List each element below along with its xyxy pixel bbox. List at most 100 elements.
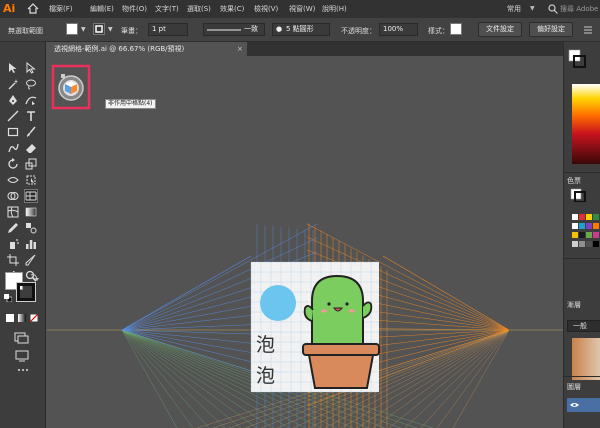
type-tool-icon[interactable] [25, 110, 37, 122]
symbol-sprayer-tool-icon[interactable] [7, 238, 19, 250]
menu-view[interactable]: 檢視(V) [254, 4, 278, 14]
column-graph-tool-icon[interactable] [25, 238, 37, 250]
menu-edit[interactable]: 編輯(E) [90, 4, 114, 14]
stroke-weight-field[interactable]: 1 pt [148, 23, 188, 36]
style-label: 樣式： [428, 27, 449, 35]
direct-selection-tool-icon[interactable] [25, 62, 37, 74]
search-icon[interactable] [548, 4, 558, 14]
brush-dropdown[interactable]: ● 5 點圓形 [272, 23, 330, 36]
document-setup-button[interactable]: 文件設定 [478, 22, 522, 37]
menu-select[interactable]: 選取(S) [187, 4, 211, 14]
paintbrush-tool-icon[interactable] [25, 126, 37, 138]
slice-tool-icon[interactable] [25, 254, 37, 266]
swatch-fill-stroke-icon [570, 188, 586, 202]
pot-rim [302, 343, 380, 356]
stroke-color-swatch[interactable] [16, 282, 36, 302]
eyedropper-tool-icon[interactable] [7, 222, 19, 234]
chevron-down-icon[interactable]: ▼ [81, 26, 86, 33]
color-swatch [593, 232, 599, 238]
default-colors-icon[interactable] [4, 294, 12, 302]
home-icon[interactable] [27, 3, 39, 14]
menu-type[interactable]: 文字(T) [155, 4, 179, 14]
stroke-swatch[interactable] [93, 23, 105, 35]
artboard-tool-icon[interactable] [7, 254, 19, 266]
menu-object[interactable]: 物件(O) [122, 4, 147, 14]
stroke-style-dropdown[interactable]: 一致 [203, 23, 265, 36]
free-transform-tool-icon[interactable] [25, 174, 37, 186]
perspective-widget-icon[interactable] [58, 74, 84, 101]
grid-line [121, 329, 258, 428]
menu-window[interactable]: 視窗(W) [289, 4, 315, 14]
fill-swatch[interactable] [66, 23, 78, 35]
workspace-switcher[interactable]: 常用 [507, 4, 521, 14]
selection-tool-icon[interactable] [7, 62, 19, 74]
canvas[interactable]: 泡 泡 非作用中格點(4) [47, 56, 563, 428]
menu-help[interactable]: 說明(H) [322, 4, 347, 14]
color-spectrum[interactable] [572, 84, 600, 164]
curvature-tool-icon[interactable] [25, 94, 37, 106]
eye-icon[interactable] [570, 402, 579, 408]
preferences-button[interactable]: 偏好設定 [529, 22, 573, 37]
menu-file[interactable]: 檔案(F) [49, 4, 73, 14]
rotate-tool-icon[interactable] [7, 158, 19, 170]
color-swatch [579, 241, 585, 247]
swap-colors-icon[interactable] [30, 272, 39, 281]
color-mode-icon[interactable] [6, 314, 14, 322]
gradient-mode-icon[interactable] [18, 314, 26, 322]
screen-mode-icon[interactable] [14, 350, 30, 362]
cactus-blush [349, 309, 355, 313]
blue-bubble [260, 285, 296, 321]
swatch-grid[interactable] [572, 212, 600, 254]
close-icon[interactable]: × [237, 42, 243, 56]
cactus-left-eye [327, 302, 331, 306]
grid-line [382, 255, 510, 331]
mesh-tool-icon[interactable] [7, 206, 19, 218]
eraser-tool-icon[interactable] [25, 142, 37, 154]
scale-tool-icon[interactable] [25, 158, 37, 170]
grid-line [121, 329, 274, 428]
layers-tab[interactable]: 圖層 [567, 382, 581, 392]
menu-effect[interactable]: 效果(C) [220, 4, 244, 14]
color-swatch [586, 232, 592, 238]
graphic-style-swatch[interactable] [450, 23, 462, 35]
lasso-tool-icon[interactable] [25, 78, 37, 90]
color-swatch [579, 214, 585, 220]
swatches-tab[interactable]: 色票 [567, 176, 581, 186]
line-tool-icon[interactable] [7, 110, 19, 122]
width-tool-icon[interactable] [7, 174, 19, 186]
line-preview-icon [207, 29, 241, 31]
layer-row[interactable] [567, 398, 600, 412]
color-swatch [579, 223, 585, 229]
panel-menu-icon[interactable] [583, 25, 593, 35]
shape-builder-tool-icon[interactable] [7, 190, 19, 202]
color-panel-swatches[interactable] [567, 48, 597, 88]
gradient-tab[interactable]: 漸層 [567, 300, 581, 310]
grid-line [121, 255, 252, 331]
stroke-label: 筆畫： [121, 27, 142, 35]
document-tab[interactable]: 透視網格-範例.ai @ 66.67% (RGB/預視) [47, 42, 247, 56]
chevron-down-icon[interactable]: ▼ [530, 5, 535, 12]
blend-mode-dropdown[interactable]: 一般 [567, 320, 600, 332]
grid-line [404, 329, 510, 428]
none-mode-icon[interactable] [30, 314, 38, 322]
magic-wand-tool-icon[interactable] [7, 78, 19, 90]
draw-mode-icon[interactable] [14, 332, 30, 344]
blend-tool-icon[interactable] [25, 222, 37, 234]
color-swatch [586, 214, 592, 220]
search-input[interactable]: 搜尋 Adobe [560, 4, 598, 14]
rectangle-tool-icon[interactable] [7, 126, 19, 138]
color-swatch [572, 223, 578, 229]
right-panels: 色票 漸層 一般 圖層 [563, 42, 600, 428]
chevron-down-icon[interactable]: ▼ [108, 26, 113, 33]
artwork-char-1: 泡 [256, 334, 275, 356]
cactus-body [311, 274, 364, 349]
pen-tool-icon[interactable] [7, 94, 19, 106]
more-tools-icon[interactable] [17, 368, 29, 372]
stroke-style-label: 一致 [244, 25, 258, 33]
cactus-right-eye [345, 302, 349, 306]
perspective-grid-tool-icon[interactable] [24, 189, 38, 203]
tooltip: 非作用中格點(4) [105, 99, 156, 109]
opacity-field[interactable]: 100% [379, 23, 418, 36]
shaper-tool-icon[interactable] [7, 142, 19, 154]
gradient-tool-icon[interactable] [25, 206, 37, 218]
